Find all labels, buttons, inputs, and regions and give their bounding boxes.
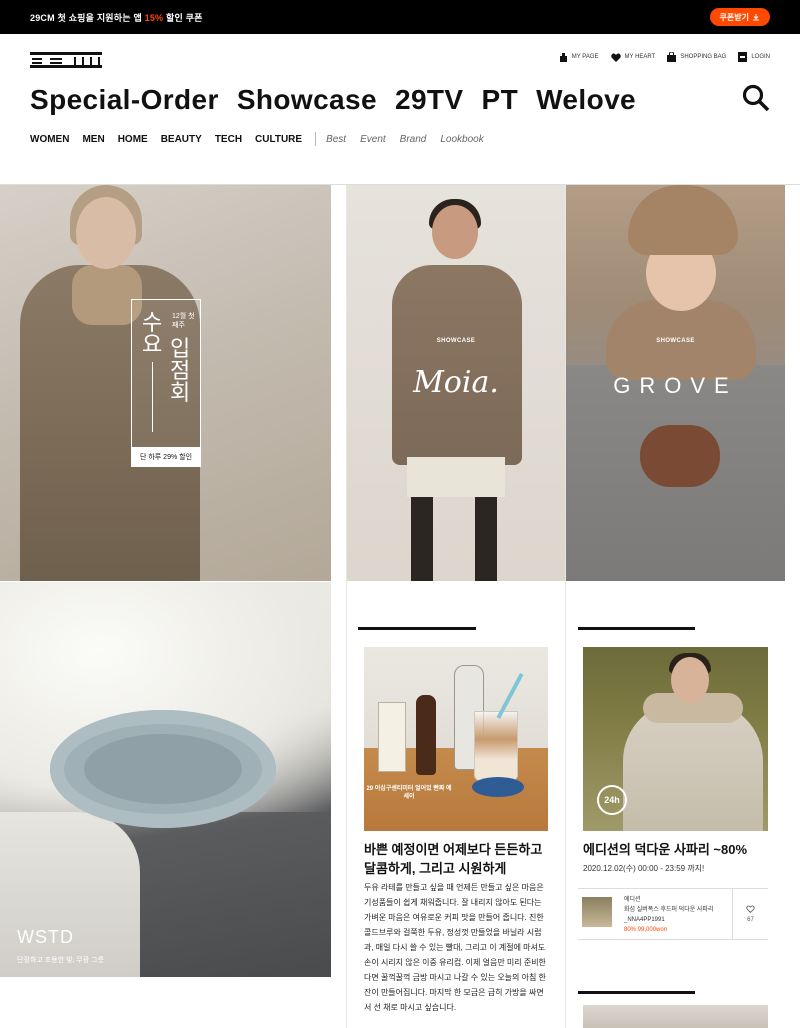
article-body: 두유 라테를 만들고 싶을 때 언제든 만들고 싶은 마음은 기성품들이 쉽게 … — [364, 883, 546, 1012]
coupon-button-label: 쿠폰받기 — [719, 12, 749, 22]
section-rule — [358, 627, 476, 630]
product-brand: 에디션 — [624, 897, 641, 903]
link-best[interactable]: Best — [326, 134, 346, 145]
model-face — [671, 657, 709, 703]
link-lookbook[interactable]: Lookbook — [440, 134, 483, 145]
glass-cup — [474, 711, 518, 781]
model-face — [432, 205, 478, 259]
nav-welove[interactable]: Welove — [536, 84, 636, 116]
category-home[interactable]: HOME — [118, 134, 148, 145]
article-title[interactable]: 바쁜 예정이면 어제보다 든든하고 달콤하게, 그리고 시원하게 — [364, 840, 548, 878]
product-price: 80% 99,000won — [624, 927, 668, 933]
promo-prefix: 29CM 첫 쇼핑을 지원하는 앱 — [30, 13, 145, 23]
nav-divider — [315, 132, 317, 146]
wednesday-event-banner[interactable]: 수요 12월 첫째주 입점회 단 하루 29% 할인 — [0, 185, 331, 581]
wstd-banner[interactable]: WSTD 단정하고 조용한 빛, 무광 그릇 — [0, 582, 331, 977]
category-tech[interactable]: TECH — [215, 134, 242, 145]
my-heart-label: MY HEART — [624, 54, 656, 60]
utility-nav: MY PAGE MY HEART SHOPPING BAG LOGIN — [559, 52, 770, 62]
coupon-button[interactable]: 쿠폰받기 — [709, 8, 770, 26]
next-article-image[interactable] — [583, 1005, 768, 1028]
event-title-right: 입점회 — [170, 336, 191, 405]
event-title-left: 수요 — [142, 310, 163, 357]
plate-well — [84, 734, 242, 804]
discount-badge: 단 하루 29% 할인 — [131, 447, 201, 467]
category-women[interactable]: WOMEN — [30, 134, 69, 145]
product-row[interactable]: 에디션 화섬 실버폭스 후드퍼 덕다운 사파리 _NNA4PP1991 80% … — [578, 888, 768, 940]
promo-suffix: 할인 쿠폰 — [163, 13, 203, 23]
clock-icon: 24h — [597, 785, 627, 815]
category-beauty[interactable]: BEAUTY — [161, 134, 202, 145]
promo-bar: 29CM 첫 쇼핑을 지원하는 앱 15% 할인 쿠폰 쿠폰받기 — [0, 0, 800, 34]
article-image[interactable]: 24h — [583, 647, 768, 831]
model-boot — [475, 497, 497, 581]
category-men[interactable]: MEN — [82, 134, 104, 145]
clock-label: 24h — [604, 795, 620, 805]
card-rule — [152, 362, 153, 432]
nav-showcase[interactable]: Showcase — [237, 84, 377, 116]
login-label: LOGIN — [751, 54, 770, 60]
model-boot — [411, 497, 433, 581]
nav-pt[interactable]: PT — [482, 84, 519, 116]
showcase-label: SHOWCASE — [656, 338, 695, 344]
brand-subtitle: 단정하고 조용한 빛, 무광 그릇 — [17, 957, 105, 964]
model-glove — [640, 425, 720, 487]
event-week: 12월 첫째주 — [172, 313, 195, 329]
heart-icon — [610, 53, 621, 62]
logo[interactable] — [30, 52, 102, 68]
cold-brew-bottle — [416, 695, 436, 775]
promo-text[interactable]: 29CM 첫 쇼핑을 지원하는 앱 15% 할인 쿠폰 — [30, 11, 203, 24]
model-skirt — [407, 457, 505, 497]
login-link[interactable]: LOGIN — [738, 52, 770, 62]
showcase-grove-banner[interactable]: SHOWCASE GROVE — [566, 185, 785, 581]
soy-milk-carton — [378, 702, 406, 772]
shopping-bag-label: SHOPPING BAG — [680, 54, 727, 60]
brand-name: Moia. — [413, 365, 499, 400]
article-title[interactable]: 에디션의 덕다운 사파리 ~80% — [583, 840, 768, 859]
section-rule — [578, 991, 695, 994]
coaster — [472, 777, 524, 797]
link-brand[interactable]: Brand — [400, 134, 427, 145]
main-nav: Special-Order Showcase 29TV PT Welove — [30, 84, 636, 116]
product-info: 에디션 화섬 실버폭스 후드퍼 덕다운 사파리 _NNA4PP1991 80% … — [624, 895, 734, 935]
download-icon — [753, 14, 759, 21]
site-header: MY PAGE MY HEART SHOPPING BAG LOGIN Spec… — [0, 34, 800, 184]
model-beret — [628, 185, 738, 255]
article-image[interactable]: 29 이십구센티미터 얼어있 빤짜 예세이 — [364, 647, 548, 831]
section-rule — [578, 627, 695, 630]
brand-name: GROVE — [613, 373, 738, 398]
promo-accent: 15% — [144, 13, 164, 23]
shopping-bag-link[interactable]: SHOPPING BAG — [667, 52, 726, 62]
product-name[interactable]: 화섬 실버폭스 후드퍼 덕다운 사파리 _NNA4PP1991 — [624, 905, 734, 925]
showcase-label: SHOWCASE — [436, 338, 476, 344]
nav-special-order[interactable]: Special-Order — [30, 84, 219, 116]
link-event[interactable]: Event — [360, 134, 386, 145]
my-page-label: MY PAGE — [571, 54, 599, 60]
brand-title: WSTD — [17, 927, 74, 947]
search-icon[interactable] — [742, 84, 770, 112]
sale-period: 2020.12.02(수) 00:00 - 23:59 까지! — [583, 864, 705, 873]
model-face — [76, 197, 136, 269]
my-heart-link[interactable]: MY HEART — [610, 53, 656, 62]
category-nav: WOMEN MEN HOME BEAUTY TECH CULTURE Best … — [30, 132, 498, 146]
bag-icon — [667, 52, 677, 62]
product-thumbnail[interactable] — [582, 897, 612, 927]
my-page-link[interactable]: MY PAGE — [559, 52, 599, 62]
category-culture[interactable]: CULTURE — [255, 134, 302, 145]
heart-outline-icon — [746, 905, 755, 913]
showcase-moia-banner[interactable]: SHOWCASE Moia. — [347, 185, 565, 581]
linen-cloth — [0, 812, 140, 977]
nav-29tv[interactable]: 29TV — [395, 84, 464, 116]
like-button[interactable]: 67 — [732, 889, 768, 939]
event-title-card: 수요 12월 첫째주 입점회 — [131, 299, 201, 467]
like-count: 67 — [747, 917, 754, 923]
image-caption: 29 이십구센티미터 얼어있 빤짜 예세이 — [366, 786, 452, 800]
user-icon — [559, 52, 567, 62]
login-icon — [738, 52, 748, 62]
